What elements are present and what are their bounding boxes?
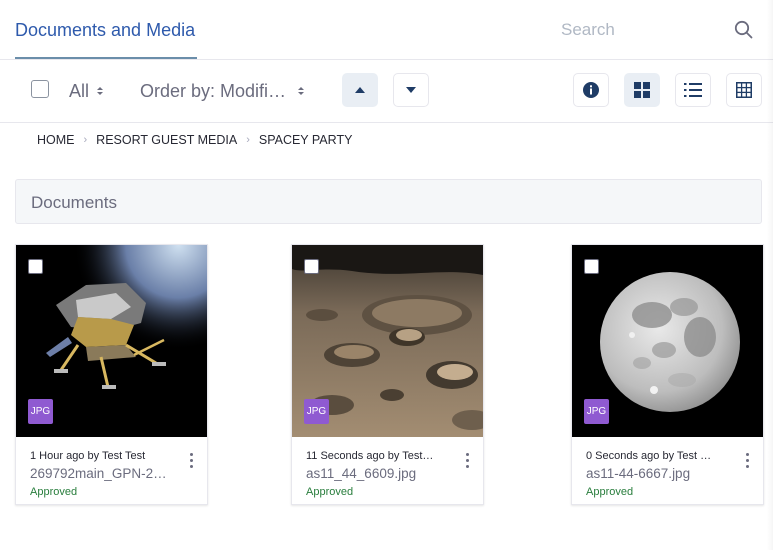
- order-by-dropdown[interactable]: Order by: Modifi…: [140, 79, 305, 103]
- file-type-badge: JPG: [584, 399, 609, 424]
- list-view-button[interactable]: [675, 73, 711, 107]
- card-file-name[interactable]: 269792main_GPN-2…: [30, 466, 180, 481]
- sort-ascending-button[interactable]: [342, 73, 378, 107]
- documents-section-header: Documents: [15, 179, 762, 224]
- file-type-badge: JPG: [28, 399, 53, 424]
- kebab-menu-icon[interactable]: [183, 450, 199, 470]
- kebab-menu-icon[interactable]: [459, 450, 475, 470]
- management-toolbar: All Order by: Modifi…: [0, 60, 773, 123]
- list-view-icon: [684, 83, 702, 97]
- document-card[interactable]: JPG 0 Seconds ago by Test … as11-44-6667…: [571, 244, 764, 505]
- document-card[interactable]: JPG 11 Seconds ago by Test… as11_44_6609…: [291, 244, 484, 505]
- filter-dropdown[interactable]: All: [69, 79, 104, 103]
- table-view-icon: [736, 82, 752, 98]
- info-icon: [583, 82, 599, 98]
- dropdown-caret-icon: [97, 87, 104, 95]
- chevron-right-icon: ›: [83, 134, 88, 146]
- chevron-right-icon: ›: [246, 134, 250, 146]
- filter-label: All: [69, 80, 90, 101]
- section-title: Documents: [31, 193, 117, 212]
- card-meta: 1 Hour ago by Test Test: [30, 450, 146, 462]
- card-checkbox[interactable]: [304, 259, 319, 274]
- kebab-menu-icon[interactable]: [739, 450, 755, 470]
- search-icon[interactable]: [733, 19, 755, 41]
- breadcrumb: HOME › RESORT GUEST MEDIA › SPACEY PARTY: [37, 132, 352, 148]
- card-file-name[interactable]: as11_44_6609.jpg: [306, 466, 456, 481]
- card-meta: 11 Seconds ago by Test…: [306, 450, 434, 462]
- table-view-button[interactable]: [726, 73, 762, 107]
- status-label: Approved: [586, 486, 634, 498]
- breadcrumb-item[interactable]: RESORT GUEST MEDIA: [96, 133, 237, 147]
- caret-down-icon: [406, 87, 416, 93]
- breadcrumb-item[interactable]: HOME: [37, 133, 75, 147]
- file-type-badge: JPG: [304, 399, 329, 424]
- order-by-label: Order by: Modifi…: [140, 80, 287, 101]
- document-card[interactable]: JPG 1 Hour ago by Test Test 269792main_G…: [15, 244, 208, 505]
- cards-view-icon: [634, 82, 650, 98]
- active-tab-underline: [15, 57, 197, 59]
- card-checkbox[interactable]: [28, 259, 43, 274]
- scrollbar-track: [767, 0, 773, 550]
- card-file-name[interactable]: as11-44-6667.jpg: [586, 466, 736, 481]
- caret-up-icon: [355, 87, 365, 93]
- sort-descending-button[interactable]: [393, 73, 429, 107]
- app-header: Documents and Media: [0, 0, 773, 60]
- page-title[interactable]: Documents and Media: [15, 0, 195, 60]
- cards-view-button[interactable]: [624, 73, 660, 107]
- status-label: Approved: [30, 486, 78, 498]
- info-button[interactable]: [573, 73, 609, 107]
- select-all-checkbox[interactable]: [31, 80, 49, 98]
- breadcrumb-item: SPACEY PARTY: [258, 133, 353, 147]
- search-input[interactable]: [555, 14, 725, 46]
- status-label: Approved: [306, 486, 354, 498]
- card-checkbox[interactable]: [584, 259, 599, 274]
- card-meta: 0 Seconds ago by Test …: [586, 450, 712, 462]
- dropdown-caret-icon: [298, 87, 305, 95]
